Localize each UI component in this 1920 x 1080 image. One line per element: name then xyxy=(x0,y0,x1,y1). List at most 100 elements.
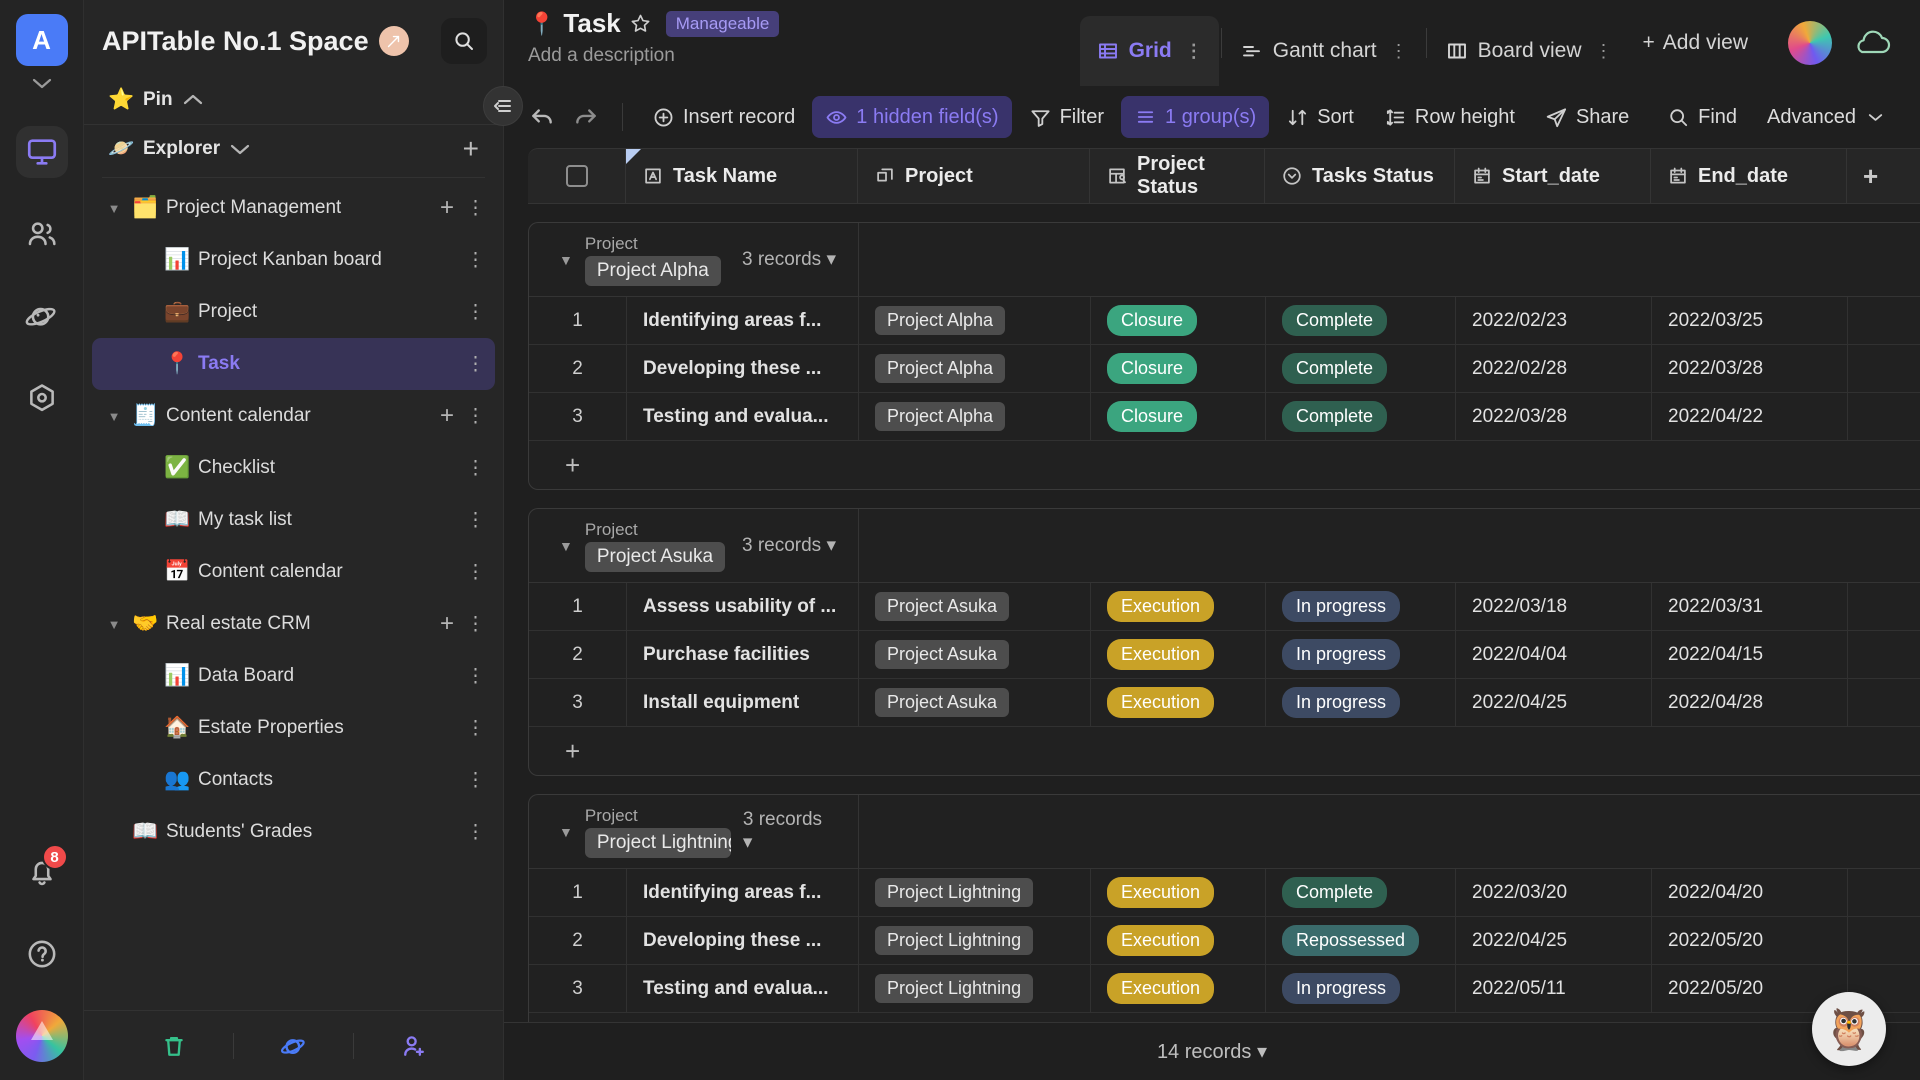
node-more-button[interactable]: ⋮ xyxy=(466,511,485,530)
cell-end-date[interactable]: 2022/03/31 xyxy=(1652,583,1848,630)
trash-button[interactable] xyxy=(114,1032,233,1060)
cell-end-date[interactable]: 2022/03/25 xyxy=(1652,297,1848,344)
grid-viewport[interactable]: Task Name Project Project Status Tasks Stat… xyxy=(504,148,1920,1022)
cell-tasks-status[interactable]: In progress xyxy=(1266,965,1456,1012)
group-header[interactable]: ▼ Project Project Asuka 3 records ▾ xyxy=(529,509,1920,583)
sidebar-item-task[interactable]: 📍 Task ⋮ xyxy=(92,338,495,390)
cell-end-date[interactable]: 2022/04/20 xyxy=(1652,869,1848,916)
help-button[interactable] xyxy=(16,928,68,980)
add-record-button[interactable]: + xyxy=(529,441,1920,489)
star-outline-icon[interactable] xyxy=(629,12,652,35)
cell-project-status[interactable]: Execution xyxy=(1091,631,1266,678)
undo-button[interactable] xyxy=(522,97,562,137)
group-header[interactable]: ▼ Project Project Lightning 3 records ▾ xyxy=(529,795,1920,869)
cell-tasks-status[interactable]: Complete xyxy=(1266,393,1456,440)
cell-project-status[interactable]: Closure xyxy=(1091,393,1266,440)
table-row[interactable]: 3 Testing and evalua... Project Lightning E… xyxy=(529,965,1920,1013)
table-row[interactable]: 2 Purchase facilities Project Asuka Executi… xyxy=(529,631,1920,679)
group-record-count[interactable]: 3 records ▾ xyxy=(743,809,858,854)
cell-project[interactable]: Project Lightning xyxy=(859,869,1091,916)
toolbar-find-button[interactable]: Find xyxy=(1654,96,1750,138)
group-collapse-caret-icon[interactable]: ▼ xyxy=(559,538,573,554)
node-more-button[interactable]: ⋮ xyxy=(466,251,485,270)
cell-task-name[interactable]: Purchase facilities xyxy=(627,631,859,678)
rail-item-members[interactable] xyxy=(16,208,68,260)
sidebar-item-checklist[interactable]: ✅ Checklist ⋮ xyxy=(92,442,495,494)
datasheet-name[interactable]: Task xyxy=(563,8,620,39)
cell-end-date[interactable]: 2022/04/28 xyxy=(1652,679,1848,726)
cell-project[interactable]: Project Lightning xyxy=(859,965,1091,1012)
sidebar-item-content-calendar[interactable]: 📅 Content calendar ⋮ xyxy=(92,546,495,598)
cell-end-date[interactable]: 2022/05/20 xyxy=(1652,917,1848,964)
add-field-button[interactable]: + xyxy=(1847,149,1920,203)
view-tab-more-button[interactable]: ⋮ xyxy=(1595,41,1613,62)
cell-task-name[interactable]: Testing and evalua... xyxy=(627,965,859,1012)
node-caret-expanded-icon[interactable]: ▼ xyxy=(104,201,124,216)
cell-task-name[interactable]: Developing these ... xyxy=(627,345,859,392)
node-caret-expanded-icon[interactable]: ▼ xyxy=(104,617,124,632)
toolbar-sort-button[interactable]: Sort xyxy=(1273,96,1367,138)
cell-project[interactable]: Project Alpha xyxy=(859,297,1091,344)
explorer-chevron-down-icon[interactable] xyxy=(229,142,251,156)
cell-start-date[interactable]: 2022/04/25 xyxy=(1456,917,1652,964)
table-row[interactable]: 1 Identifying areas f... Project Lightning… xyxy=(529,869,1920,917)
pin-chevron-up-icon[interactable] xyxy=(182,93,204,107)
cell-project[interactable]: Project Alpha xyxy=(859,393,1091,440)
notification-button[interactable]: 8 xyxy=(16,844,68,898)
cell-end-date[interactable]: 2022/04/15 xyxy=(1652,631,1848,678)
cell-tasks-status[interactable]: Repossessed xyxy=(1266,917,1456,964)
sidebar-item-real-estate-crm[interactable]: ▼ 🤝 Real estate CRM + ⋮ xyxy=(92,598,495,650)
view-tab-more-button[interactable]: ⋮ xyxy=(1390,41,1408,62)
node-caret-expanded-icon[interactable]: ▼ xyxy=(104,409,124,424)
toolbar-share-button[interactable]: Share xyxy=(1532,96,1642,138)
description-placeholder[interactable]: Add a description xyxy=(528,45,779,67)
node-more-button[interactable]: ⋮ xyxy=(466,303,485,322)
tab-grid[interactable]: Grid ⋮ xyxy=(1079,16,1219,86)
sidebar-item-project[interactable]: 💼 Project ⋮ xyxy=(92,286,495,338)
explorer-section-header[interactable]: 🪐 Explorer + xyxy=(84,124,503,171)
cell-project-status[interactable]: Execution xyxy=(1091,679,1266,726)
cell-start-date[interactable]: 2022/03/28 xyxy=(1456,393,1652,440)
cell-task-name[interactable]: Identifying areas f... xyxy=(627,869,859,916)
cell-project[interactable]: Project Asuka xyxy=(859,583,1091,630)
node-more-button[interactable]: ⋮ xyxy=(466,355,485,374)
column-header-project-status[interactable]: Project Status xyxy=(1090,149,1265,203)
add-view-button[interactable]: + Add view xyxy=(1629,31,1762,55)
sidebar-item-project-kanban-board[interactable]: 📊 Project Kanban board ⋮ xyxy=(92,234,495,286)
group-record-count[interactable]: 3 records ▾ xyxy=(742,248,858,271)
invite-member-button[interactable] xyxy=(354,1032,473,1060)
cell-project-status[interactable]: Execution xyxy=(1091,917,1266,964)
column-header-start-date[interactable]: Start_date xyxy=(1455,149,1651,203)
add-child-node-button[interactable]: + xyxy=(440,404,454,428)
toolbar-1-group-s-button[interactable]: 1 group(s) xyxy=(1121,96,1270,138)
tab-board-view[interactable]: Board view ⋮ xyxy=(1429,16,1629,86)
toolbar-insert-record-button[interactable]: Insert record xyxy=(639,96,808,138)
toolbar-advanced-button[interactable]: Advanced xyxy=(1754,96,1900,138)
cell-task-name[interactable]: Testing and evalua... xyxy=(627,393,859,440)
sidebar-item-contacts[interactable]: 👥 Contacts ⋮ xyxy=(92,754,495,806)
cloud-sync-icon[interactable] xyxy=(1850,26,1894,60)
cell-end-date[interactable]: 2022/04/22 xyxy=(1652,393,1848,440)
node-more-button[interactable]: ⋮ xyxy=(466,719,485,738)
cell-tasks-status[interactable]: Complete xyxy=(1266,297,1456,344)
group-collapse-caret-icon[interactable]: ▼ xyxy=(559,824,573,840)
cell-tasks-status[interactable]: Complete xyxy=(1266,869,1456,916)
node-more-button[interactable]: ⋮ xyxy=(466,771,485,790)
node-more-button[interactable]: ⋮ xyxy=(466,407,485,426)
pin-emoji-icon[interactable]: 📍 xyxy=(528,11,555,37)
select-all-checkbox-cell[interactable] xyxy=(528,149,626,203)
redo-button[interactable] xyxy=(566,97,606,137)
node-more-button[interactable]: ⋮ xyxy=(466,823,485,842)
rail-item-workbench[interactable] xyxy=(15,126,68,178)
column-header-project[interactable]: Project xyxy=(858,149,1090,203)
node-more-button[interactable]: ⋮ xyxy=(466,199,485,218)
table-row[interactable]: 3 Install equipment Project Asuka Execution… xyxy=(529,679,1920,727)
cell-project[interactable]: Project Lightning xyxy=(859,917,1091,964)
table-row[interactable]: 2 Developing these ... Project Alpha Closur… xyxy=(529,345,1920,393)
cell-task-name[interactable]: Developing these ... xyxy=(627,917,859,964)
table-row[interactable]: 1 Identifying areas f... Project Alpha Clos… xyxy=(529,297,1920,345)
cell-task-name[interactable]: Identifying areas f... xyxy=(627,297,859,344)
cell-start-date[interactable]: 2022/02/28 xyxy=(1456,345,1652,392)
cell-end-date[interactable]: 2022/05/20 xyxy=(1652,965,1848,1012)
add-record-button[interactable]: + xyxy=(529,1013,1920,1023)
